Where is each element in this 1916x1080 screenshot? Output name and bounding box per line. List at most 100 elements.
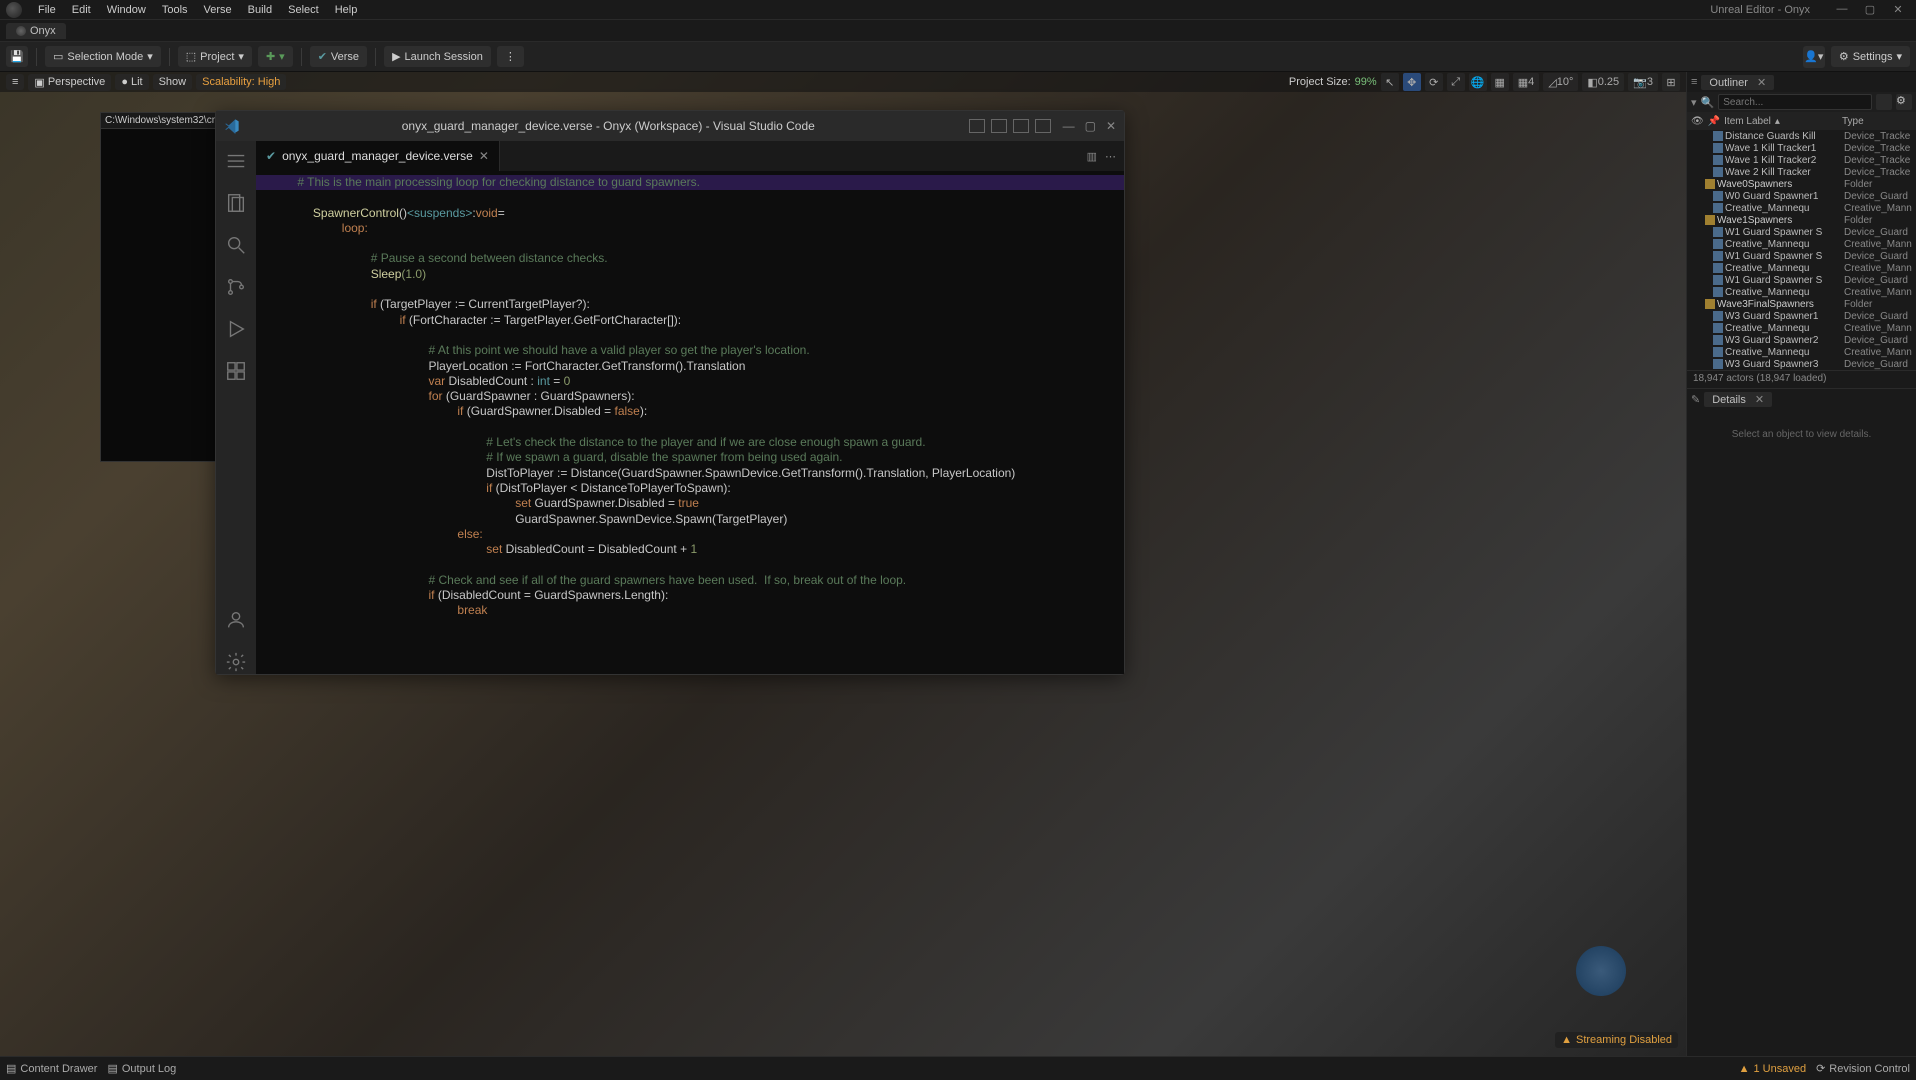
panel-right-icon[interactable]: [1013, 119, 1029, 133]
viewport-gizmo-icon[interactable]: [1576, 946, 1626, 996]
menu-item-verse[interactable]: Verse: [196, 2, 240, 18]
menu-item-file[interactable]: File: [30, 2, 64, 18]
tree-item[interactable]: W1 Guard Spawner SDevice_Guard: [1687, 250, 1916, 262]
outliner-search-input[interactable]: [1718, 94, 1872, 110]
minimize-icon[interactable]: —: [1830, 3, 1854, 16]
tree-item[interactable]: Distance Guards KillDevice_Tracke: [1687, 130, 1916, 142]
menu-item-edit[interactable]: Edit: [64, 2, 99, 18]
show-button[interactable]: Show: [153, 74, 193, 90]
vscode-close-icon[interactable]: ✕: [1106, 119, 1116, 133]
grid-snap-value[interactable]: ▦ 4: [1513, 73, 1540, 91]
close-icon[interactable]: ✕: [1886, 3, 1910, 16]
menu-item-tools[interactable]: Tools: [154, 2, 196, 18]
tab-close-icon[interactable]: ✕: [479, 149, 489, 163]
close-icon[interactable]: ✕: [1757, 77, 1766, 89]
tree-item[interactable]: Creative_MannequCreative_Mann: [1687, 238, 1916, 250]
vscode-tab-active[interactable]: ✔ onyx_guard_manager_device.verse ✕: [256, 141, 500, 171]
menu-item-select[interactable]: Select: [280, 2, 327, 18]
camera-speed-value[interactable]: 📷 3: [1628, 73, 1658, 91]
maximize-icon[interactable]: ▢: [1858, 3, 1882, 16]
filter-icon[interactable]: ▾: [1691, 96, 1697, 109]
split-editor-icon[interactable]: ▥: [1087, 150, 1097, 163]
source-control-icon[interactable]: [224, 275, 248, 299]
output-log-button[interactable]: ▤ Output Log: [107, 1062, 176, 1075]
global-local-icon[interactable]: 🌐: [1469, 73, 1487, 91]
outliner-tab[interactable]: Outliner ✕: [1701, 75, 1774, 90]
revision-control-button[interactable]: ⟳ Revision Control: [1816, 1062, 1910, 1075]
tree-item[interactable]: W3 Guard Spawner2Device_Guard: [1687, 334, 1916, 346]
settings-button[interactable]: ⚙ Settings ▾: [1831, 46, 1910, 67]
tree-item[interactable]: W1 Guard Spawner SDevice_Guard: [1687, 226, 1916, 238]
select-tool-icon[interactable]: ↖: [1381, 73, 1399, 91]
pin-column-icon[interactable]: 📌: [1708, 116, 1720, 127]
verse-button[interactable]: ✔ Verse: [310, 46, 367, 67]
tree-item[interactable]: Creative_MannequCreative_Mann: [1687, 346, 1916, 358]
panel-layout-icon[interactable]: [1035, 119, 1051, 133]
maximize-viewport-icon[interactable]: ⊞: [1662, 73, 1680, 91]
search-icon[interactable]: [224, 233, 248, 257]
tree-item[interactable]: W0 Guard Spawner1Device_Guard: [1687, 190, 1916, 202]
menu-item-build[interactable]: Build: [240, 2, 280, 18]
surface-snap-icon[interactable]: ▦: [1491, 73, 1509, 91]
menu-icon[interactable]: [224, 149, 248, 173]
translate-tool-icon[interactable]: ✥: [1403, 73, 1421, 91]
settings-gear-icon[interactable]: [224, 650, 248, 674]
menu-item-window[interactable]: Window: [99, 2, 154, 18]
panel-bottom-icon[interactable]: [991, 119, 1007, 133]
scalability-button[interactable]: Scalability: High: [196, 74, 286, 90]
content-drawer-button[interactable]: ▤ Content Drawer: [6, 1062, 97, 1075]
extensions-icon[interactable]: [224, 359, 248, 383]
tree-item[interactable]: Creative_MannequCreative_Mann: [1687, 322, 1916, 334]
tree-folder[interactable]: Wave3FinalSpawnersFolder: [1687, 298, 1916, 310]
menu-item-help[interactable]: Help: [327, 2, 366, 18]
tree-item[interactable]: Creative_MannequCreative_Mann: [1687, 262, 1916, 274]
launch-session-button[interactable]: ▶ Launch Session: [384, 46, 491, 67]
tree-folder[interactable]: Wave0SpawnersFolder: [1687, 178, 1916, 190]
tree-folder[interactable]: Wave1SpawnersFolder: [1687, 214, 1916, 226]
sort-icon[interactable]: ▴: [1775, 116, 1780, 127]
tree-item[interactable]: Creative_MannequCreative_Mann: [1687, 286, 1916, 298]
code-editor[interactable]: # This is the main processing loop for c…: [256, 171, 1124, 674]
explorer-icon[interactable]: [224, 191, 248, 215]
tree-item[interactable]: W3 Guard Spawner3Device_Guard: [1687, 358, 1916, 370]
launch-options-button[interactable]: ⋮: [497, 46, 524, 67]
tree-item[interactable]: Wave 1 Kill Tracker2Device_Tracke: [1687, 154, 1916, 166]
vscode-minimize-icon[interactable]: —: [1063, 119, 1075, 133]
vscode-maximize-icon[interactable]: ▢: [1085, 119, 1096, 133]
tree-item[interactable]: Wave 1 Kill Tracker1Device_Tracke: [1687, 142, 1916, 154]
outliner-settings-icon[interactable]: ⚙: [1896, 94, 1912, 110]
scale-tool-icon[interactable]: ⤢: [1447, 73, 1465, 91]
save-button[interactable]: 💾: [6, 46, 28, 67]
vscode-window[interactable]: onyx_guard_manager_device.verse - Onyx (…: [215, 110, 1125, 675]
scale-snap-value[interactable]: ◧ 0.25: [1582, 73, 1624, 91]
panel-left-icon[interactable]: [969, 119, 985, 133]
project-tab[interactable]: Onyx: [6, 23, 66, 39]
run-debug-icon[interactable]: [224, 317, 248, 341]
outliner-tree[interactable]: Distance Guards KillDevice_TrackeWave 1 …: [1687, 130, 1916, 370]
close-icon[interactable]: ✕: [1755, 394, 1764, 406]
perspective-button[interactable]: ▣ Perspective: [28, 74, 111, 91]
rotate-tool-icon[interactable]: ⟳: [1425, 73, 1443, 91]
details-tab[interactable]: Details ✕: [1704, 392, 1772, 407]
more-actions-icon[interactable]: ⋯: [1105, 150, 1116, 163]
outliner-filter-icon[interactable]: ≡: [1691, 76, 1697, 88]
tree-item[interactable]: Wave 2 Kill TrackerDevice_Tracke: [1687, 166, 1916, 178]
selection-mode-button[interactable]: ▭ Selection Mode ▾: [45, 46, 161, 67]
accounts-icon[interactable]: [224, 608, 248, 632]
add-button[interactable]: ✚ ▾: [258, 46, 293, 67]
viewport[interactable]: ≡ ▣ Perspective ● Lit Show Scalability: …: [0, 72, 1686, 1056]
lit-button[interactable]: ● Lit: [115, 74, 148, 90]
tree-item[interactable]: Creative_MannequCreative_Mann: [1687, 202, 1916, 214]
visibility-column-icon[interactable]: 👁: [1691, 116, 1704, 127]
project-button[interactable]: ⬚ Project ▾: [178, 46, 252, 67]
cmd-title: C:\Windows\system32\cmd.: [101, 113, 219, 129]
tree-item[interactable]: W3 Guard Spawner1Device_Guard: [1687, 310, 1916, 322]
user-icon[interactable]: 👤▾: [1803, 46, 1825, 68]
streaming-disabled-badge: ▲ Streaming Disabled: [1555, 1032, 1678, 1048]
angle-snap-value[interactable]: ◿ 10°: [1543, 73, 1578, 91]
cmd-window[interactable]: C:\Windows\system32\cmd.: [100, 112, 220, 462]
tree-item[interactable]: W1 Guard Spawner SDevice_Guard: [1687, 274, 1916, 286]
viewport-menu-button[interactable]: ≡: [6, 74, 24, 90]
outliner-options-icon[interactable]: [1876, 94, 1892, 110]
unsaved-button[interactable]: ▲ 1 Unsaved: [1739, 1063, 1806, 1075]
